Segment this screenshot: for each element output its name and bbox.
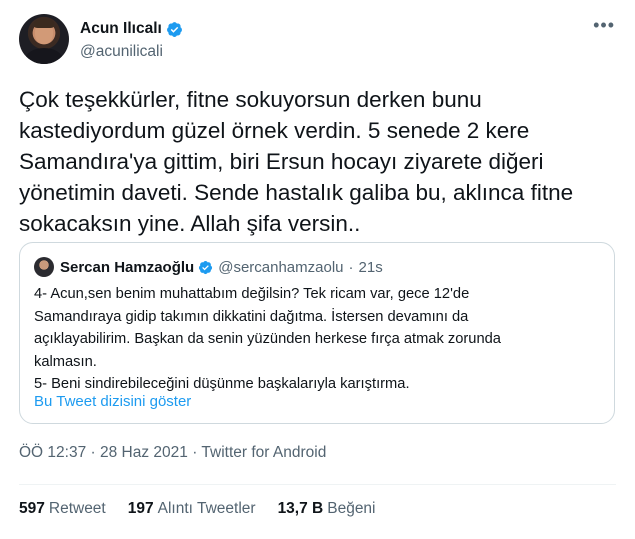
author-name-row[interactable]: Acun Ilıcalı — [80, 20, 183, 38]
quoted-line: açıklayabilirim. Başkan da senin yüzünde… — [34, 331, 501, 347]
tweet-date[interactable]: 28 Haz 2021 — [100, 444, 188, 461]
quoted-tweet-text: 4- Acun,sen benim muhattabım değilsin? T… — [34, 283, 594, 396]
quoted-author-name: Sercan Hamzaoğlu — [60, 258, 195, 276]
tweet-meta: ÖÖ 12:37 · 28 Haz 2021 · Twitter for And… — [19, 444, 326, 462]
show-thread-link[interactable]: Bu Tweet dizisini göster — [34, 393, 191, 410]
verified-icon — [199, 260, 213, 274]
quote-label: Alıntı Tweetler — [157, 500, 256, 517]
more-options-icon[interactable]: ••• — [593, 16, 615, 34]
quote-count[interactable]: 197 Alıntı Tweetler — [128, 500, 256, 518]
quoted-tweet-header: Sercan Hamzaoğlu @sercanhamzaolu · 21s — [34, 257, 383, 277]
author-avatar[interactable] — [19, 14, 69, 64]
quote-number: 197 — [127, 500, 154, 517]
quoted-tweet[interactable]: Sercan Hamzaoğlu @sercanhamzaolu · 21s 4… — [19, 242, 615, 424]
separator-dot: · — [348, 258, 354, 276]
meta-separator: · — [86, 444, 100, 461]
author-handle[interactable]: @acunilicali — [80, 43, 163, 61]
quoted-line: 4- Acun,sen benim muhattabım değilsin? T… — [34, 286, 470, 302]
retweet-label: Retweet — [48, 500, 106, 517]
tweet-header: Acun Ilıcalı @acunilicali ••• — [19, 14, 621, 70]
tweet-stats: 597 Retweet 197 Alıntı Tweetler 13,7 B Beğe… — [19, 500, 398, 518]
quoted-author-handle: @sercanhamzaolu — [218, 258, 344, 276]
quoted-tweet-time: 21s — [358, 258, 383, 276]
verified-icon — [166, 21, 182, 37]
like-count[interactable]: 13,7 B Beğeni — [278, 500, 376, 518]
quoted-line: Samandıraya gidip takımın dikkatini dağı… — [34, 308, 469, 325]
retweet-count[interactable]: 597 Retweet — [19, 500, 106, 518]
like-number: 13,7 B — [277, 500, 324, 517]
tweet-time[interactable]: ÖÖ 12:37 — [19, 444, 86, 461]
retweet-number: 597 — [19, 500, 45, 517]
like-label: Beğeni — [327, 500, 376, 517]
author-display-name[interactable]: Acun Ilıcalı — [80, 20, 162, 38]
tweet-text: Çok teşekkürler, fitne sokuyorsun derken… — [19, 87, 574, 236]
tweet-source[interactable]: Twitter for Android — [201, 444, 326, 461]
quoted-line: kalmasın. — [34, 353, 97, 370]
quoted-author-avatar — [34, 257, 54, 277]
divider — [19, 484, 616, 485]
meta-separator: · — [187, 444, 202, 461]
